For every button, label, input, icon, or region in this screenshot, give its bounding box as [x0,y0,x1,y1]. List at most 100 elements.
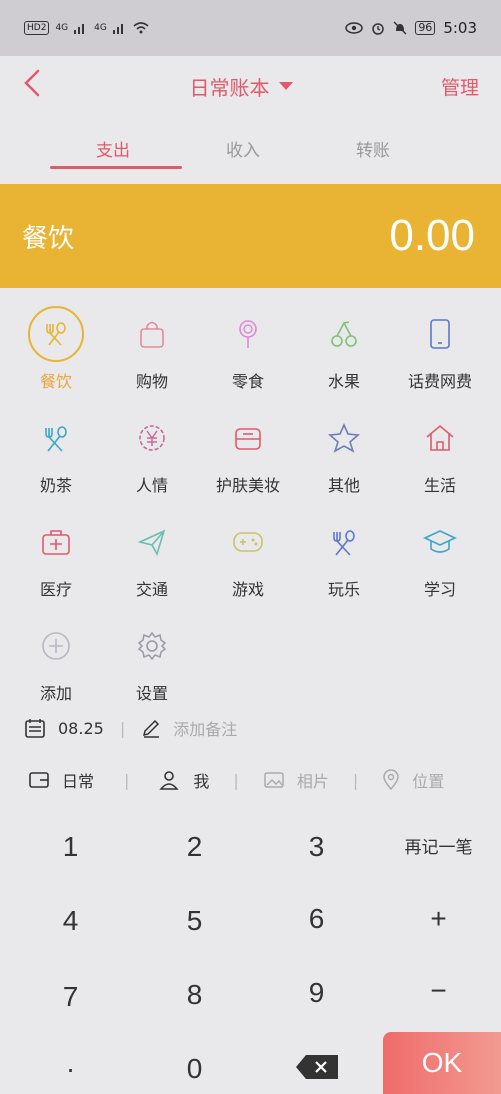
tab-transfer[interactable]: 转账 [356,136,390,161]
type-tabs: 支出 收入 转账 [0,124,501,174]
amount-bar: 餐饮 0.00 [0,184,501,288]
star-icon [316,410,372,466]
category-gouwu[interactable]: 购物 [102,306,202,392]
signal-icon [112,24,123,34]
divider: | [233,770,239,790]
date-note-row: 08.25 | 添加备注 [0,716,501,740]
category-label: 话费网费 [407,372,472,391]
phone-icon [412,306,468,362]
category-label: 交通 [135,580,168,599]
category-label: 人情 [135,476,168,495]
backspace-icon [295,1055,338,1079]
amount-display: 0.00 [389,211,475,260]
book-selector-small[interactable]: 日常 [62,768,94,792]
category-label: 餐饮 [39,372,72,391]
graduation-cap-icon [412,514,468,570]
key-9[interactable]: 9 [254,957,379,1029]
key-6[interactable]: 6 [254,883,379,955]
member-selector[interactable]: 我 [193,768,209,792]
category-renqing[interactable]: 人情 [102,410,202,496]
category-label: 护肤美妆 [215,476,280,495]
person-icon [159,771,180,790]
utensils-icon [316,514,372,570]
yuan-icon [124,410,180,466]
category-youxi[interactable]: 游戏 [198,514,298,600]
key-1[interactable]: 1 [8,811,133,883]
category-hufu[interactable]: 护肤美妆 [198,410,298,496]
date-value[interactable]: 08.25 [58,719,104,738]
category-jiaotong[interactable]: 交通 [102,514,202,600]
medical-kit-icon [28,514,84,570]
paper-plane-icon [124,514,180,570]
key-4[interactable]: 4 [8,885,133,957]
category-naicha[interactable]: 奶茶 [6,410,106,496]
wallet-icon [29,772,49,788]
category-wanle[interactable]: 玩乐 [294,514,394,600]
key-7[interactable]: 7 [8,961,133,1033]
category-canyin[interactable]: 餐饮 [6,306,106,392]
manage-button[interactable]: 管理 [441,73,479,100]
category-label: 水果 [327,372,360,391]
header: 日常账本 管理 [0,56,501,116]
category-lingshi[interactable]: 零食 [198,306,298,392]
book-selector[interactable]: 日常账本 [189,72,294,101]
category-label: 奶茶 [39,476,72,495]
category-qita[interactable]: 其他 [294,410,394,496]
key-dot[interactable]: · [8,1033,133,1094]
category-yiliao[interactable]: 医疗 [6,514,106,600]
calendar-icon[interactable] [24,717,46,739]
pencil-icon [143,719,160,738]
key-minus[interactable]: − [376,955,501,1027]
category-shuiguo[interactable]: 水果 [294,306,394,392]
tab-income[interactable]: 收入 [226,136,260,161]
book-title: 日常账本 [189,75,270,100]
gamepad-icon [220,514,276,570]
divider: | [124,770,130,790]
shopping-bag-icon [124,306,180,362]
utensils-icon [28,306,84,362]
category-shenghuo[interactable]: 生活 [390,410,490,496]
bell-off-icon [393,21,407,35]
category-label: 游戏 [231,580,264,599]
category-add[interactable]: 添加 [6,618,106,704]
category-huafei[interactable]: 话费网费 [390,306,490,392]
key-plus[interactable]: + [376,883,501,955]
status-time: 5:03 [443,19,477,37]
caret-down-icon [279,82,294,90]
status-right: 96 5:03 [345,19,477,37]
category-settings[interactable]: 设置 [102,618,202,704]
ok-button[interactable]: OK [383,1032,501,1094]
signal-label-1: 4G [55,23,69,33]
key-3[interactable]: 3 [254,811,379,883]
divider: | [352,770,359,790]
category-label: 玩乐 [327,580,360,599]
makeup-icon [220,410,276,466]
backspace-button[interactable] [254,1031,379,1094]
selected-category: 餐饮 [22,223,75,254]
category-label: 零食 [231,372,264,391]
tab-underline [50,166,182,169]
category-label: 医疗 [39,580,72,599]
location-button[interactable]: 位置 [412,768,444,792]
note-input[interactable]: 添加备注 [173,716,237,740]
photo-button[interactable]: 相片 [297,768,329,792]
category-label: 购物 [135,372,168,391]
key-0[interactable]: 0 [132,1033,257,1094]
record-again-button[interactable]: 再记一笔 [376,809,501,881]
category-label: 其他 [327,476,360,495]
category-xuexi[interactable]: 学习 [390,514,490,600]
status-bar: HD2 4G 4G 96 5:03 [0,0,501,56]
key-5[interactable]: 5 [132,885,257,957]
key-8[interactable]: 8 [132,959,257,1031]
wifi-icon [133,22,149,34]
house-icon [412,410,468,466]
gear-icon [124,618,180,674]
eye-icon [345,22,364,34]
plus-circle-icon [28,618,84,674]
meta-row: 日常 | 我 | 相片 | 位置 [0,768,501,792]
tab-expense[interactable]: 支出 [96,136,130,161]
image-icon [264,772,284,788]
chevron-left-icon[interactable] [22,68,42,104]
key-2[interactable]: 2 [132,811,257,883]
signal-icon [74,24,85,34]
